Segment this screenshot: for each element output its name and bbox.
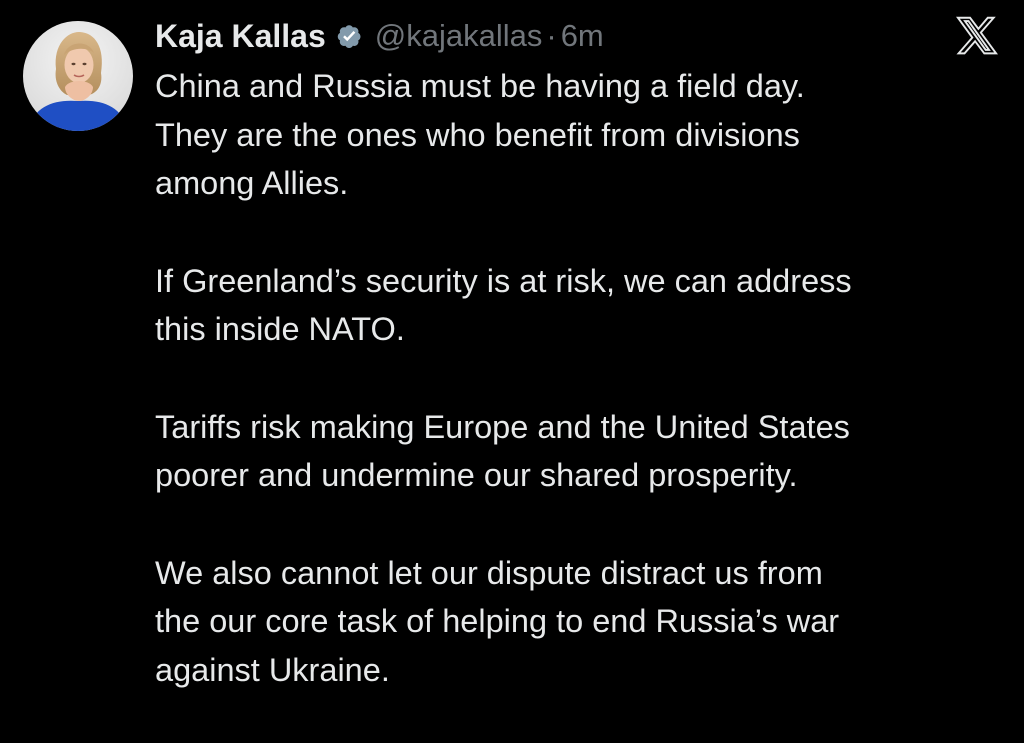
tweet-paragraph-3: Tariffs risk making Europe and the Unite… xyxy=(155,403,1005,500)
text-line: against Ukraine. xyxy=(155,651,390,688)
tweet-paragraph-1: China and Russia must be having a field … xyxy=(155,62,1005,208)
author-display-name[interactable]: Kaja Kallas xyxy=(155,18,326,55)
tweet-paragraph-2: If Greenland’s security is at risk, we c… xyxy=(155,257,1005,354)
tweet-text: China and Russia must be having a field … xyxy=(155,62,1005,743)
verified-badge-icon xyxy=(335,21,365,51)
text-line: If Greenland’s security is at risk, we c… xyxy=(155,262,852,299)
avatar[interactable] xyxy=(23,21,133,131)
text-line: this inside NATO. xyxy=(155,311,405,347)
tweet-card: Kaja Kallas @kajakallas · 6m China and R… xyxy=(0,0,1024,716)
text-line: poorer and undermine our shared prosperi… xyxy=(155,457,798,493)
text-line: among Allies. xyxy=(155,165,349,201)
x-logo-icon[interactable] xyxy=(955,16,999,56)
text-line: the our core task of helping to end Russ… xyxy=(155,603,840,639)
header-separator: · xyxy=(546,18,557,53)
text-line: We also cannot let our dispute distract … xyxy=(155,554,823,591)
text-line: China and Russia must be having a field … xyxy=(155,68,805,104)
text-line: Tariffs risk making Europe and the Unite… xyxy=(155,408,850,445)
tweet-paragraph-4: We also cannot let our dispute distract … xyxy=(155,549,1005,695)
author-handle[interactable]: @kajakallas xyxy=(375,18,543,54)
tweet-header: Kaja Kallas @kajakallas · 6m xyxy=(155,14,604,58)
tweet-timestamp[interactable]: 6m xyxy=(561,18,604,54)
text-line: They are the ones who benefit from divis… xyxy=(155,116,800,153)
avatar-photo xyxy=(23,21,133,131)
